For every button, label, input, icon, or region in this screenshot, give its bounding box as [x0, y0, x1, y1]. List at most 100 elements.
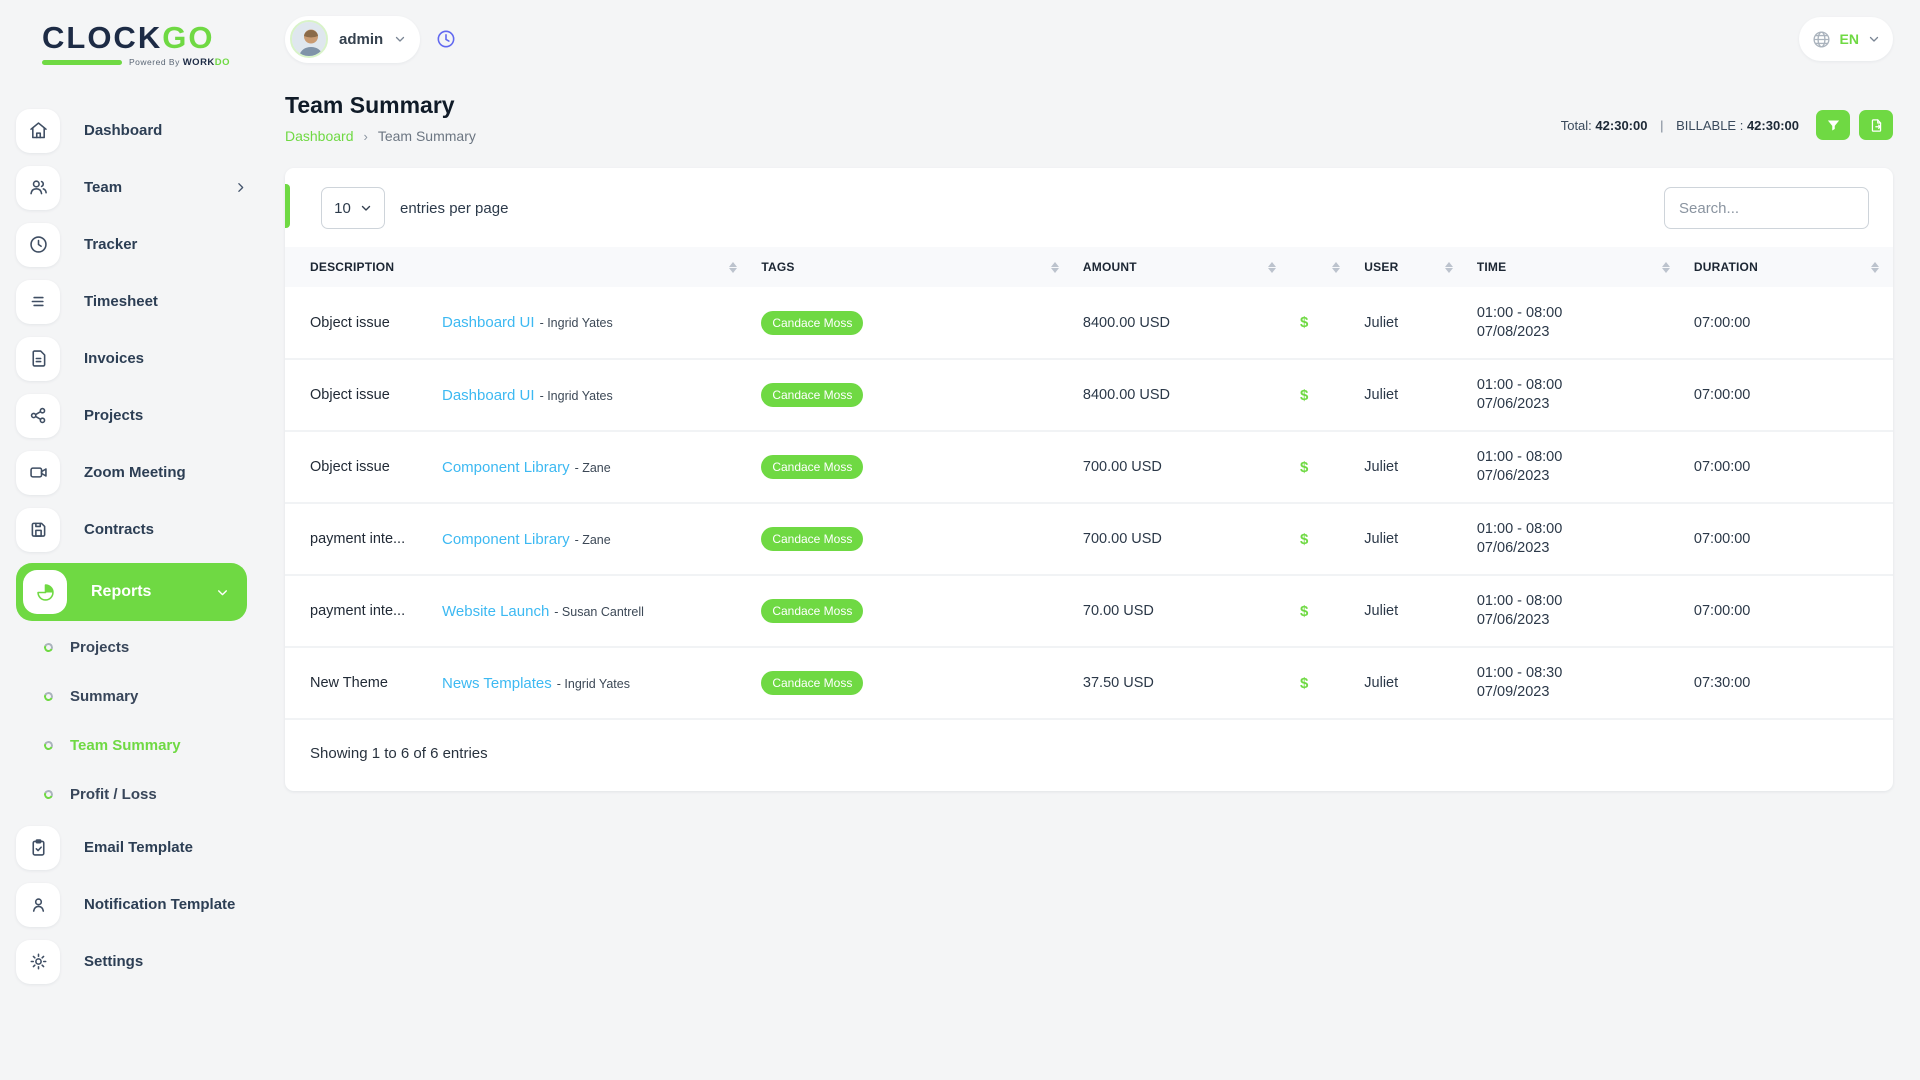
table-row[interactable]: Object issue Dashboard UI- Ingrid Yates …: [285, 359, 1893, 431]
sidebar-subitem-label: Profit / Loss: [70, 786, 157, 803]
column-header-amount[interactable]: AMOUNT: [1073, 247, 1290, 287]
user-menu[interactable]: admin: [285, 16, 420, 63]
table-controls: 10 entries per page: [285, 168, 1893, 247]
amount-cell: 37.50 USD: [1073, 647, 1290, 719]
column-header-description[interactable]: DESCRIPTION: [285, 247, 751, 287]
assignee-label: - Zane: [575, 533, 611, 547]
table-row[interactable]: Object issue Component Library- Zane Can…: [285, 431, 1893, 503]
sidebar-item-label: Timesheet: [84, 293, 158, 310]
app-logo[interactable]: CLOCKGO Powered By WORKDO: [42, 22, 247, 68]
table-row[interactable]: New Theme News Templates - Ingrid Yates C…: [285, 647, 1893, 719]
sidebar-item-zoom-meeting[interactable]: Zoom Meeting: [16, 444, 247, 501]
user-cell: Juliet: [1354, 431, 1467, 503]
time-cell: 01:00 - 08:00 07/06/2023: [1467, 431, 1684, 503]
sidebar-subitem-profit-loss[interactable]: Profit / Loss: [16, 770, 247, 819]
time-range: 01:00 - 08:00: [1477, 592, 1674, 611]
sidebar-item-notification-template[interactable]: Notification Template: [16, 876, 247, 933]
tag-badge[interactable]: Candace Moss: [761, 671, 863, 695]
sidebar-item-email-template[interactable]: Email Template: [16, 819, 247, 876]
page-size-select[interactable]: 10: [321, 187, 385, 229]
sort-icon[interactable]: [1332, 262, 1340, 273]
sidebar-item-contracts[interactable]: Contracts: [16, 501, 247, 558]
sidebar-item-tracker[interactable]: Tracker: [16, 216, 247, 273]
team-icon: [16, 166, 60, 210]
time-date: 07/06/2023: [1477, 539, 1674, 558]
column-header-time[interactable]: TIME: [1467, 247, 1684, 287]
billable-value: 42:30:00: [1747, 118, 1799, 133]
sidebar: CLOCKGO Powered By WORKDO Dashboard Team…: [0, 0, 265, 1080]
time-cell: 01:00 - 08:30 07/09/2023: [1467, 647, 1684, 719]
sidebar-item-timesheet[interactable]: Timesheet: [16, 273, 247, 330]
search-input[interactable]: [1664, 187, 1869, 229]
sidebar-item-projects[interactable]: Projects: [16, 387, 247, 444]
column-header-blank[interactable]: [1290, 247, 1354, 287]
sort-icon[interactable]: [1662, 262, 1670, 273]
tag-badge[interactable]: Candace Moss: [761, 383, 863, 407]
column-header-tags[interactable]: TAGS: [751, 247, 1073, 287]
bullet-icon: [43, 642, 55, 654]
project-link[interactable]: Dashboard UI: [442, 387, 535, 404]
amount-cell: 700.00 USD: [1073, 503, 1290, 575]
email-template-icon: [16, 826, 60, 870]
sidebar-item-label: Tracker: [84, 236, 137, 253]
sidebar-item-settings[interactable]: Settings: [16, 933, 247, 990]
tag-badge[interactable]: Candace Moss: [761, 599, 863, 623]
time-range: 01:00 - 08:00: [1477, 448, 1674, 467]
project-link[interactable]: Component Library: [442, 459, 570, 476]
duration-cell: 07:00:00: [1684, 503, 1893, 575]
sort-icon[interactable]: [1871, 262, 1879, 273]
project-link[interactable]: News Templates: [442, 675, 552, 692]
export-button[interactable]: [1859, 110, 1893, 140]
sidebar-item-team[interactable]: Team: [16, 159, 247, 216]
sidebar-item-reports[interactable]: Reports: [16, 563, 247, 621]
clock-in-icon[interactable]: [436, 29, 456, 49]
team-summary-table: DESCRIPTIONTAGSAMOUNT USERTIMEDURATION Ob…: [285, 247, 1893, 720]
reports-icon: [23, 570, 67, 614]
tag-badge[interactable]: Candace Moss: [761, 455, 863, 479]
table-row[interactable]: Object issue Dashboard UI- Ingrid Yates …: [285, 287, 1893, 359]
project-link[interactable]: Website Launch: [442, 603, 549, 620]
language-selector[interactable]: EN: [1799, 17, 1893, 61]
sort-icon[interactable]: [1051, 262, 1059, 273]
project-link[interactable]: Component Library: [442, 531, 570, 548]
filter-button[interactable]: [1816, 110, 1850, 140]
project-link[interactable]: Dashboard UI: [442, 314, 535, 331]
column-header-duration[interactable]: DURATION: [1684, 247, 1893, 287]
table-row[interactable]: payment inte... Website Launch- Susan Ca…: [285, 575, 1893, 647]
duration-cell: 07:00:00: [1684, 287, 1893, 359]
sort-icon[interactable]: [1268, 262, 1276, 273]
dollar-icon: $: [1300, 675, 1308, 692]
breadcrumb-dashboard-link[interactable]: Dashboard: [285, 128, 354, 144]
sidebar-subitem-summary[interactable]: Summary: [16, 672, 247, 721]
home-icon: [16, 109, 60, 153]
sort-icon[interactable]: [1445, 262, 1453, 273]
time-date: 07/06/2023: [1477, 467, 1674, 486]
assignee-label: - Zane: [575, 461, 611, 475]
table-row[interactable]: payment inte... Component Library- Zane …: [285, 503, 1893, 575]
column-header-user[interactable]: USER: [1354, 247, 1467, 287]
sidebar-item-dashboard[interactable]: Dashboard: [16, 102, 247, 159]
breadcrumb-separator-icon: ›: [364, 129, 368, 144]
duration-cell: 07:00:00: [1684, 575, 1893, 647]
team-summary-card: 10 entries per page DESCRIPTIONTAGSAMOUN…: [285, 168, 1893, 791]
username: admin: [339, 31, 383, 48]
sidebar-item-invoices[interactable]: Invoices: [16, 330, 247, 387]
sidebar-subitem-team-summary[interactable]: Team Summary: [16, 721, 247, 770]
chevron-down-icon: [360, 202, 372, 214]
tag-badge[interactable]: Candace Moss: [761, 527, 863, 551]
user-cell: Juliet: [1354, 647, 1467, 719]
amount-cell: 8400.00 USD: [1073, 287, 1290, 359]
table-footer-status: Showing 1 to 6 of 6 entries: [285, 720, 1893, 791]
assignee-label: - Ingrid Yates: [557, 677, 630, 691]
sidebar-subitem-projects[interactable]: Projects: [16, 623, 247, 672]
language-label: EN: [1840, 31, 1859, 47]
sidebar-item-label: Email Template: [84, 839, 193, 856]
main-content: admin EN Team Summary: [265, 0, 1920, 1080]
sidebar-item-label: Dashboard: [84, 122, 162, 139]
description-cell: payment inte...: [310, 531, 442, 547]
tag-badge[interactable]: Candace Moss: [761, 311, 863, 335]
invoices-icon: [16, 337, 60, 381]
sort-icon[interactable]: [729, 262, 737, 273]
chevron-down-icon: [394, 33, 406, 45]
description-cell: New Theme: [310, 675, 442, 691]
